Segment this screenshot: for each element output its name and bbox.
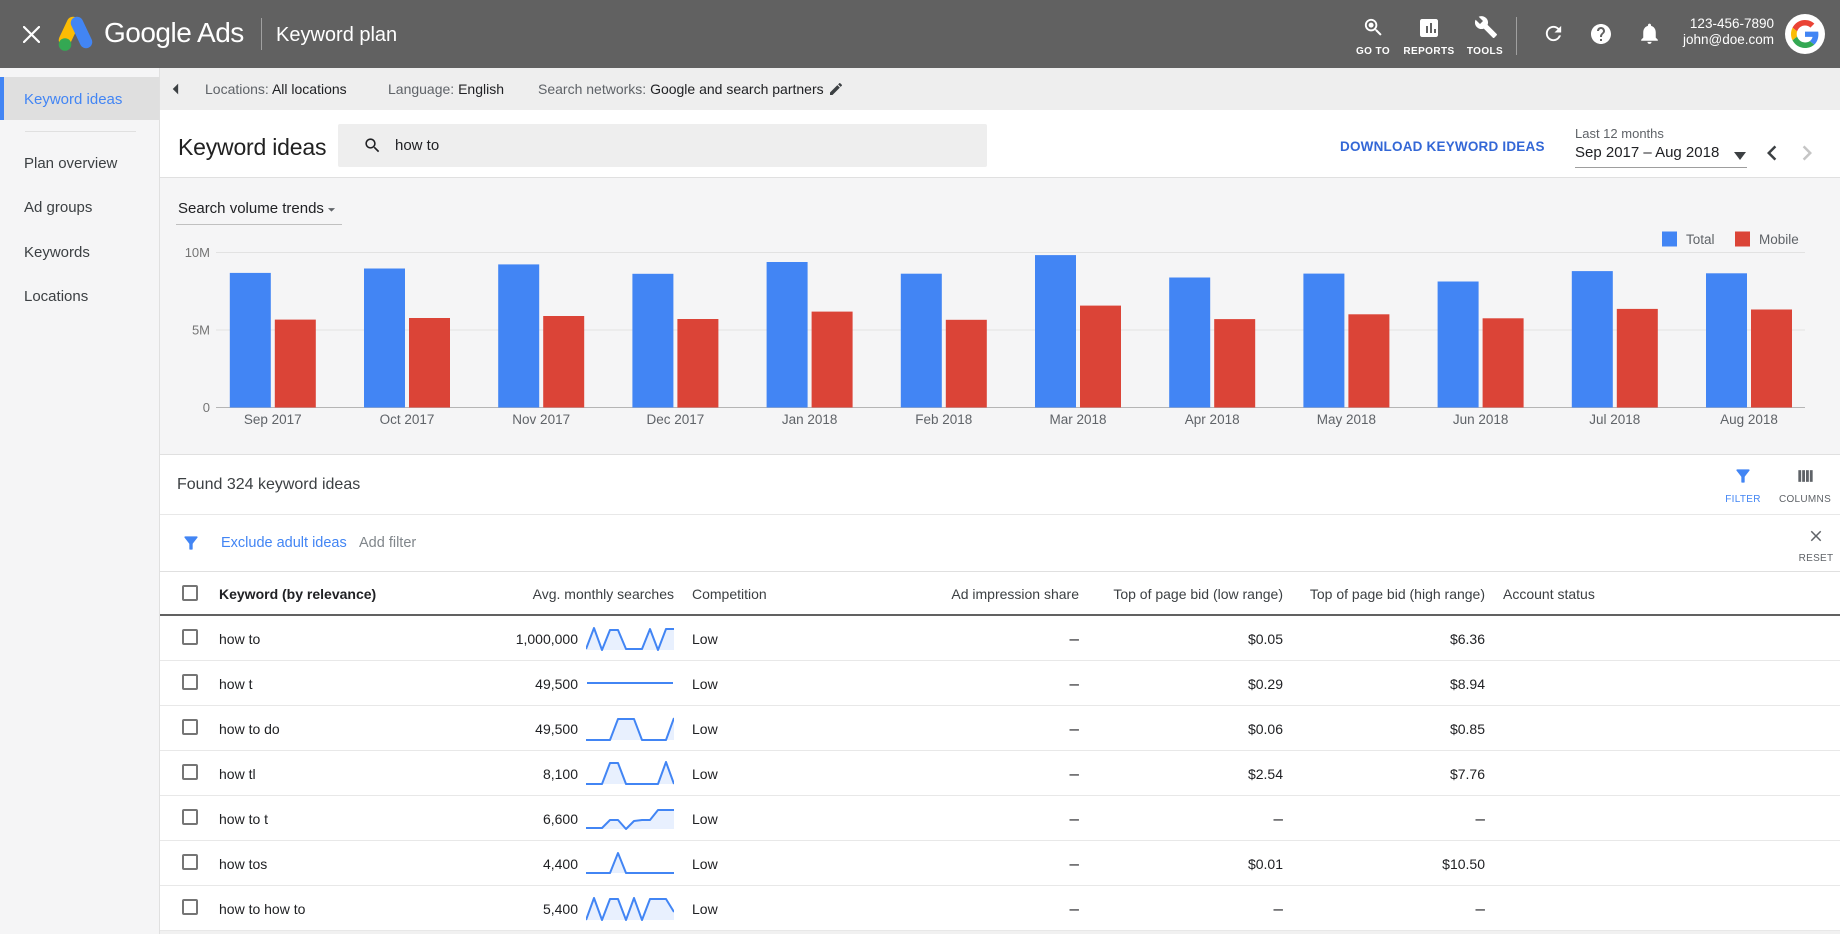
- svg-text:Mobile: Mobile: [1759, 232, 1799, 247]
- svg-text:Jan 2018: Jan 2018: [782, 412, 838, 427]
- svg-text:Oct 2017: Oct 2017: [380, 412, 435, 427]
- svg-text:Mar 2018: Mar 2018: [1049, 412, 1106, 427]
- svg-text:5M: 5M: [192, 323, 210, 338]
- svg-text:Total: Total: [1686, 232, 1715, 247]
- svg-text:May 2018: May 2018: [1317, 412, 1376, 427]
- svg-text:Jun 2018: Jun 2018: [1453, 412, 1509, 427]
- svg-text:Apr 2018: Apr 2018: [1185, 412, 1240, 427]
- svg-text:Feb 2018: Feb 2018: [915, 412, 972, 427]
- svg-text:10M: 10M: [185, 245, 210, 260]
- svg-text:Jul 2018: Jul 2018: [1589, 412, 1640, 427]
- svg-text:Nov 2017: Nov 2017: [512, 412, 570, 427]
- svg-text:Dec 2017: Dec 2017: [647, 412, 705, 427]
- svg-text:Aug 2018: Aug 2018: [1720, 412, 1778, 427]
- svg-text:0: 0: [203, 400, 210, 415]
- svg-text:Sep 2017: Sep 2017: [244, 412, 302, 427]
